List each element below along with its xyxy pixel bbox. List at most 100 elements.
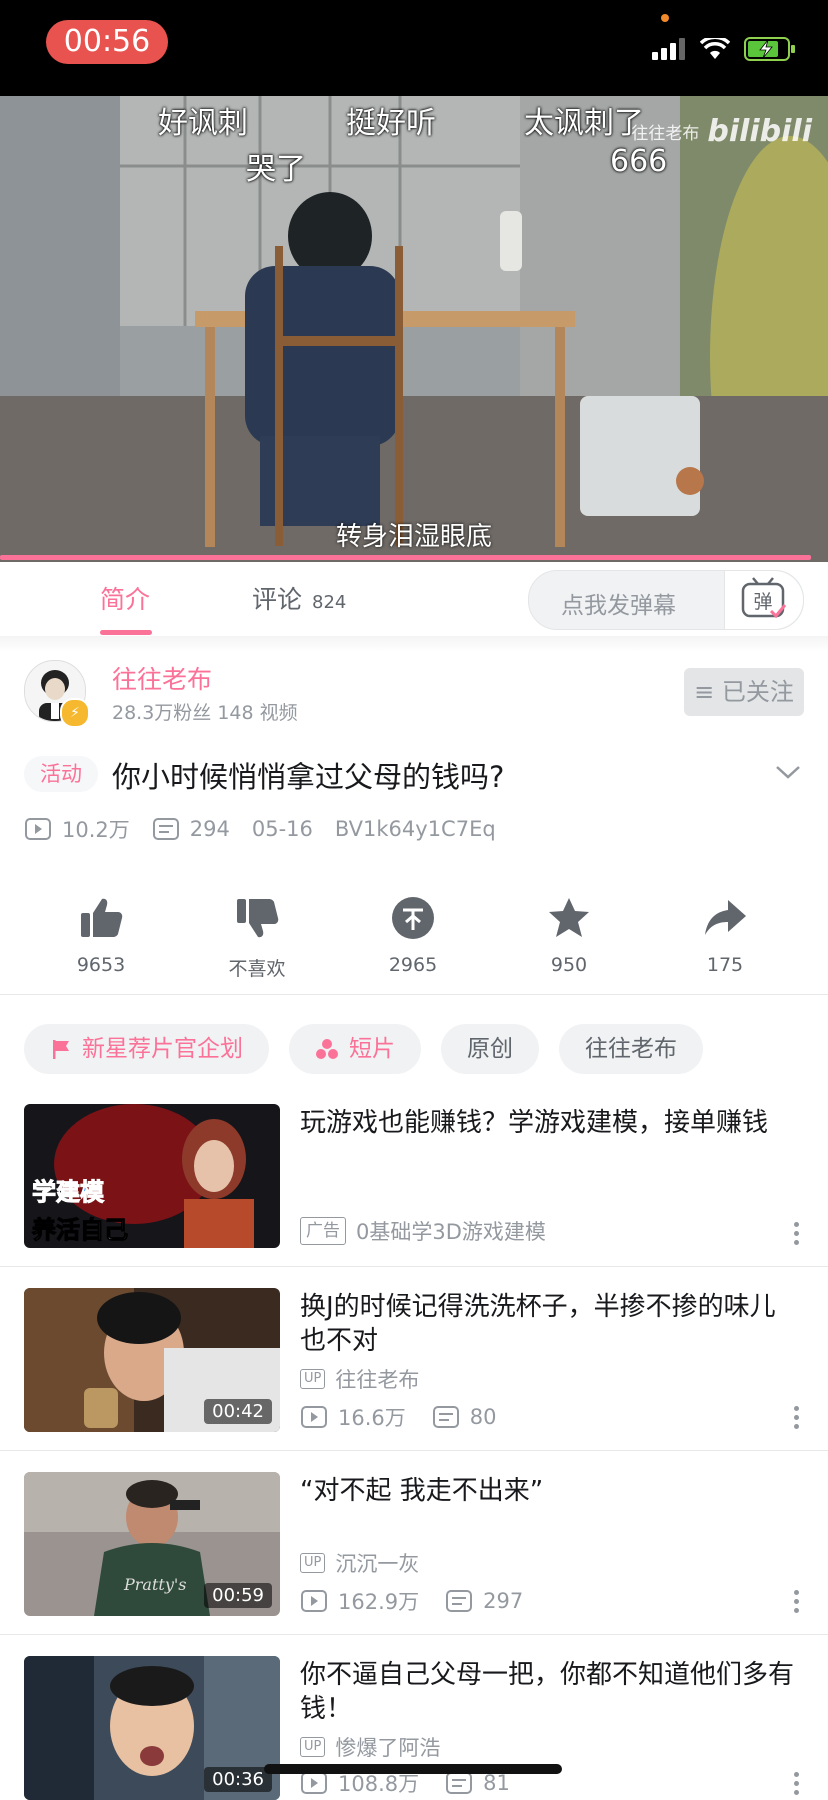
play-count-icon xyxy=(25,818,51,840)
ad-badge: 广告 xyxy=(300,1217,346,1245)
more-options-icon[interactable] xyxy=(794,1590,800,1617)
list-item-ad[interactable]: 学建模 养活自己 玩游戏也能赚钱？学游戏建模，接单赚钱 广告 0基础学3D游戏建… xyxy=(0,1104,828,1266)
tab-comments[interactable]: 评论 824 xyxy=(252,580,346,616)
uploader-name: 沉沉一灰 xyxy=(335,1552,420,1576)
uploader: UP 沉沉一灰 xyxy=(300,1548,419,1578)
tag-label: 短片 xyxy=(349,1036,395,1062)
tag-chip-event[interactable]: 新星荐片官企划 xyxy=(24,1024,269,1074)
danmaku-tv-icon: 弹 xyxy=(741,577,787,619)
play-count-icon xyxy=(301,1772,327,1794)
chevron-down-icon[interactable] xyxy=(774,762,802,782)
status-bar: 00:56 xyxy=(0,0,828,96)
like-button[interactable]: 9653 xyxy=(51,890,151,976)
danmaku-count-icon xyxy=(446,1772,473,1794)
more-options-icon[interactable] xyxy=(794,1406,800,1433)
publish-date: 05-16 xyxy=(251,817,313,841)
item-danmaku: 297 xyxy=(483,1589,524,1613)
coin-count: 2965 xyxy=(388,954,438,976)
video-title: 你小时候悄悄拿过父母的钱吗? xyxy=(112,760,505,794)
video-player[interactable]: 好讽刺 挺好听 太讽刺了 哭了 666 往往老布 bilibili 转身泪湿眼底 xyxy=(0,96,828,562)
like-count: 9653 xyxy=(76,954,126,976)
danmaku-icon-char: 弹 xyxy=(753,591,772,613)
danmaku-count-icon xyxy=(432,1406,459,1428)
item-stats: 162.9万 297 xyxy=(300,1586,549,1616)
play-count-icon xyxy=(301,1406,327,1428)
author-stats: 28.3万粉丝 148 视频 xyxy=(112,702,298,724)
item-title: 你不逼自己父母一把，你都不知道他们多有钱！ xyxy=(300,1660,795,1724)
signal-icon xyxy=(652,38,685,60)
thumbs-down-icon xyxy=(237,899,279,938)
video-duration: 00:42 xyxy=(204,1399,272,1424)
danmaku-count-value: 294 xyxy=(189,817,230,841)
up-badge: UP xyxy=(300,1553,326,1573)
up-badge: UP xyxy=(300,1737,326,1757)
item-views: 162.9万 xyxy=(338,1590,420,1614)
tab-intro[interactable]: 简介 xyxy=(100,580,150,616)
bvid: BV1k64y1C7Eq xyxy=(334,817,496,841)
more-options-icon[interactable] xyxy=(794,1772,800,1799)
danmaku-toggle-button[interactable]: 弹 xyxy=(724,571,803,629)
item-title: “对不起 我走不出来” xyxy=(300,1476,544,1506)
watermark-author: 往往老布 xyxy=(631,124,700,144)
more-options-icon[interactable] xyxy=(794,1222,800,1249)
video-progress-bar[interactable] xyxy=(0,555,811,560)
detail-tabs: 简介 评论 824 点我发弹幕 弹 xyxy=(0,562,828,636)
video-meta: 10.2万 294 05-16 BV1k64y1C7Eq xyxy=(24,814,518,844)
favorite-button[interactable]: 950 xyxy=(519,890,619,976)
uploader: UP 惨爆了阿浩 xyxy=(300,1732,440,1762)
danmaku-comment: 哭了 xyxy=(246,152,306,187)
section-separator xyxy=(0,636,828,652)
author-name[interactable]: 往往老布 xyxy=(112,660,212,696)
thumbs-up-icon xyxy=(81,898,123,937)
video-subtitle: 转身泪湿眼底 xyxy=(335,522,492,552)
uploader: UP 往往老布 xyxy=(300,1364,419,1394)
wifi-icon xyxy=(700,38,730,59)
up-badge: UP xyxy=(300,1369,326,1389)
verified-badge-icon: ⚡ xyxy=(60,698,90,728)
comment-count: 824 xyxy=(312,592,347,613)
thumbnail-text: 养活自己 xyxy=(31,1216,128,1244)
ad-source: 广告 0基础学3D游戏建模 xyxy=(300,1216,546,1246)
share-button[interactable]: 175 xyxy=(675,890,775,976)
video-duration: 00:36 xyxy=(204,1767,272,1792)
bilibili-logo: bilibili xyxy=(707,114,812,149)
divider xyxy=(0,1634,828,1635)
danmaku-input[interactable]: 点我发弹幕 弹 xyxy=(528,570,804,630)
video-thumbnail: 00:42 xyxy=(24,1288,280,1432)
dislike-label: 不喜欢 xyxy=(228,958,286,980)
battery-charging-icon xyxy=(744,37,795,61)
tag-chip[interactable]: 往往老布 xyxy=(559,1024,703,1074)
star-icon xyxy=(549,898,589,937)
tab-comments-label: 评论 xyxy=(252,585,303,614)
list-item[interactable]: Pratty's 00:59 “对不起 我走不出来” UP 沉沉一灰 162.9… xyxy=(0,1472,828,1634)
tab-active-indicator xyxy=(100,630,152,635)
play-count-icon xyxy=(301,1590,327,1612)
item-title: 玩游戏也能赚钱？学游戏建模，接单赚钱 xyxy=(300,1108,769,1138)
home-indicator[interactable] xyxy=(264,1764,562,1774)
list-item[interactable]: 00:42 换J的时候记得洗洗杯子，半掺不掺的味儿也不对 UP 往往老布 16.… xyxy=(0,1288,828,1450)
view-count: 10.2万 xyxy=(24,814,130,844)
favorite-count: 950 xyxy=(550,954,588,976)
divider xyxy=(0,1266,828,1267)
tag-label: 新星荐片官企划 xyxy=(82,1036,243,1062)
status-time[interactable]: 00:56 xyxy=(46,20,168,64)
divider xyxy=(0,994,828,995)
tag-chip[interactable]: 原创 xyxy=(441,1024,539,1074)
danmaku-comment: 太讽刺了 xyxy=(524,106,644,141)
activity-tag[interactable]: 活动 xyxy=(24,756,98,792)
video-thumbnail: 学建模 养活自己 xyxy=(24,1104,280,1248)
tag-chip-category[interactable]: 短片 xyxy=(289,1024,421,1074)
dislike-button[interactable]: 不喜欢 xyxy=(207,890,307,981)
video-duration: 00:59 xyxy=(204,1583,272,1608)
category-icon xyxy=(316,1039,338,1059)
video-frame xyxy=(0,96,828,562)
danmaku-comment: 好讽刺 xyxy=(158,106,248,141)
flag-icon xyxy=(53,1040,69,1059)
uploader-name: 惨爆了阿浩 xyxy=(335,1736,441,1760)
video-thumbnail: 00:36 xyxy=(24,1656,280,1800)
danmaku-input-placeholder: 点我发弹幕 xyxy=(561,593,676,619)
follow-button[interactable]: ≡ 已关注 xyxy=(684,668,804,716)
bilibili-watermark: 往往老布 bilibili xyxy=(631,114,812,149)
coin-button[interactable]: 2965 xyxy=(363,890,463,976)
item-danmaku: 80 xyxy=(469,1405,497,1429)
